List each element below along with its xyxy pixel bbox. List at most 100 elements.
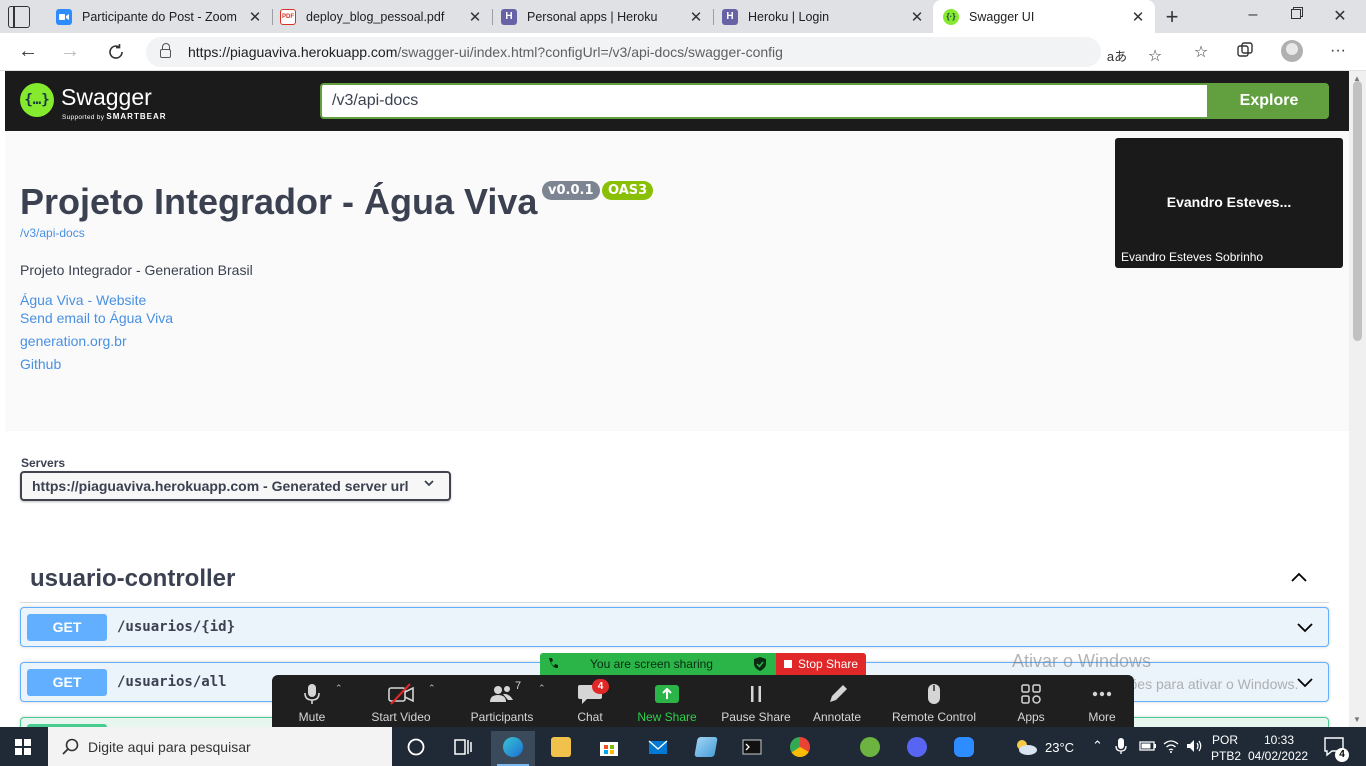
url-field[interactable]: https://piaguaviva.herokuapp.com/swagger… [146,37,1162,67]
edge-taskbar-icon[interactable] [491,731,535,766]
search-placeholder: Digite aqui para pesquisar [88,739,251,755]
weather-icon[interactable] [1013,737,1039,757]
settings-menu-icon[interactable]: ··· [1327,42,1349,60]
add-favorite-icon[interactable]: ☆ [1144,46,1166,66]
collections-icon[interactable] [1234,42,1256,63]
github-link[interactable]: Github [20,356,61,372]
tab-heroku-apps[interactable]: H Personal apps | Heroku ✕ [491,0,713,33]
tag-header[interactable]: usuario-controller [20,565,1329,603]
explore-button[interactable]: Explore [1209,83,1329,119]
clock-date[interactable]: 04/02/2022 [1248,749,1308,763]
apps-label: Apps [1017,710,1045,724]
new-tab-button[interactable]: + [1160,4,1184,30]
profile-avatar[interactable] [1281,40,1303,62]
windows-start-icon[interactable] [15,739,31,755]
microphone-icon[interactable] [1115,738,1127,755]
chrome-icon[interactable] [778,731,822,766]
shield-check-icon [754,657,766,671]
caret-up-icon[interactable]: ⌃ [428,683,436,694]
tab-pdf[interactable]: PDF deploy_blog_pessoal.pdf ✕ [270,0,492,33]
volume-icon[interactable] [1186,739,1203,753]
tab-zoom[interactable]: Participante do Post - Zoom ✕ [46,0,272,33]
close-icon[interactable]: ✕ [1131,8,1145,26]
stop-share-label: Stop Share [798,657,859,671]
new-share-button[interactable]: New Share [630,675,704,727]
remote-control-button[interactable]: Remote Control [880,675,988,727]
video-off-icon [388,683,414,705]
api-description: Projeto Integrador - Generation Brasil [20,262,253,278]
wifi-icon[interactable] [1163,739,1179,753]
close-icon[interactable]: ✕ [689,8,703,26]
servers-section: Servers https://piaguaviva.herokuapp.com… [5,431,1349,531]
window-close-icon[interactable]: ✕ [1330,6,1350,26]
api-title: Projeto Integrador - Água Viva [20,181,538,222]
generation-link[interactable]: generation.org.br [20,333,127,349]
annotate-button[interactable]: Annotate [802,675,872,727]
back-button[interactable]: ← [16,40,40,64]
refresh-button[interactable] [104,40,128,64]
taskbar-search[interactable]: Digite aqui para pesquisar [48,727,392,766]
chat-button[interactable]: Chat [554,675,626,727]
windows-taskbar: Digite aqui para pesquisar 23°C ⌃ POR PT… [0,727,1366,766]
participants-icon [490,686,513,702]
tab-title: Personal apps | Heroku [527,9,658,24]
scroll-down-icon[interactable]: ▼ [1353,715,1361,724]
spring-tool-icon[interactable] [848,731,892,766]
heroku-icon: H [722,8,738,25]
chevron-up-icon[interactable]: ⌃ [1092,738,1103,754]
operation-path: /usuarios/all [117,674,227,690]
server-selected-value: https://piaguaviva.herokuapp.com - Gener… [32,478,409,494]
tab-heroku-login[interactable]: H Heroku | Login ✕ [712,0,934,33]
tab-actions-icon[interactable] [8,6,30,28]
server-select[interactable]: https://piaguaviva.herokuapp.com - Gener… [20,471,451,501]
annotate-label: Annotate [812,710,862,724]
store-icon[interactable] [587,731,631,766]
stop-share-button[interactable]: Stop Share [776,653,866,675]
clock-time[interactable]: 10:33 [1264,733,1294,747]
chevron-down-icon[interactable] [1296,675,1314,689]
participants-button[interactable]: Participants [460,675,544,727]
operation-get-usuario-by-id[interactable]: GET /usuarios/{id} [20,607,1329,647]
chevron-up-icon[interactable] [1289,567,1309,587]
pdf-icon: PDF [280,8,296,25]
apps-button[interactable]: Apps [998,675,1064,727]
favorites-icon[interactable]: ☆ [1190,42,1212,62]
forward-button[interactable]: → [58,40,82,64]
temperature[interactable]: 23°C [1045,740,1074,755]
battery-icon[interactable] [1139,740,1157,752]
notepad-icon[interactable] [684,731,728,766]
close-icon[interactable]: ✕ [910,8,924,26]
minimize-icon[interactable]: – [1243,6,1263,24]
spec-url-input[interactable]: /v3/api-docs [320,83,1209,119]
page-scrollbar[interactable]: ▲ ▼ [1349,71,1366,727]
zoom-taskbar-icon[interactable] [942,731,986,766]
screen-sharing-banner[interactable]: You are screen sharing [540,653,776,675]
scroll-thumb[interactable] [1353,81,1362,341]
spec-url-link[interactable]: /v3/api-docs [20,226,85,240]
pause-share-button[interactable]: Pause Share [712,675,800,727]
close-icon[interactable]: ✕ [248,8,262,26]
tab-swagger[interactable]: {·} Swagger UI ✕ [933,0,1155,33]
file-explorer-icon[interactable] [539,731,583,766]
email-link[interactable]: Send email to Água Viva [20,310,173,326]
read-aloud-icon[interactable]: aあ [1106,46,1128,65]
address-bar: ← → https://piaguaviva.herokuapp.com/swa… [0,33,1366,71]
task-view-icon[interactable] [441,731,485,766]
zoom-video-tile[interactable]: Evandro Esteves... Evandro Esteves Sobri… [1115,138,1343,268]
caret-up-icon[interactable]: ⌃ [538,683,546,694]
language-secondary[interactable]: PTB2 [1211,749,1241,763]
restore-icon[interactable] [1287,6,1307,24]
mail-icon[interactable] [636,731,680,766]
more-button[interactable]: More [1070,675,1134,727]
caret-up-icon[interactable]: ⌃ [335,683,343,694]
chevron-down-icon[interactable] [1296,620,1314,634]
apps-icon [1021,684,1041,704]
terminal-icon[interactable] [730,731,774,766]
close-icon[interactable]: ✕ [468,8,482,26]
discord-icon[interactable] [895,731,939,766]
chevron-down-icon [423,476,435,492]
language-primary[interactable]: POR [1212,733,1238,747]
chat-unread-badge: 4 [592,679,609,694]
cortana-icon[interactable] [394,731,438,766]
website-link[interactable]: Água Viva - Website [20,292,146,308]
